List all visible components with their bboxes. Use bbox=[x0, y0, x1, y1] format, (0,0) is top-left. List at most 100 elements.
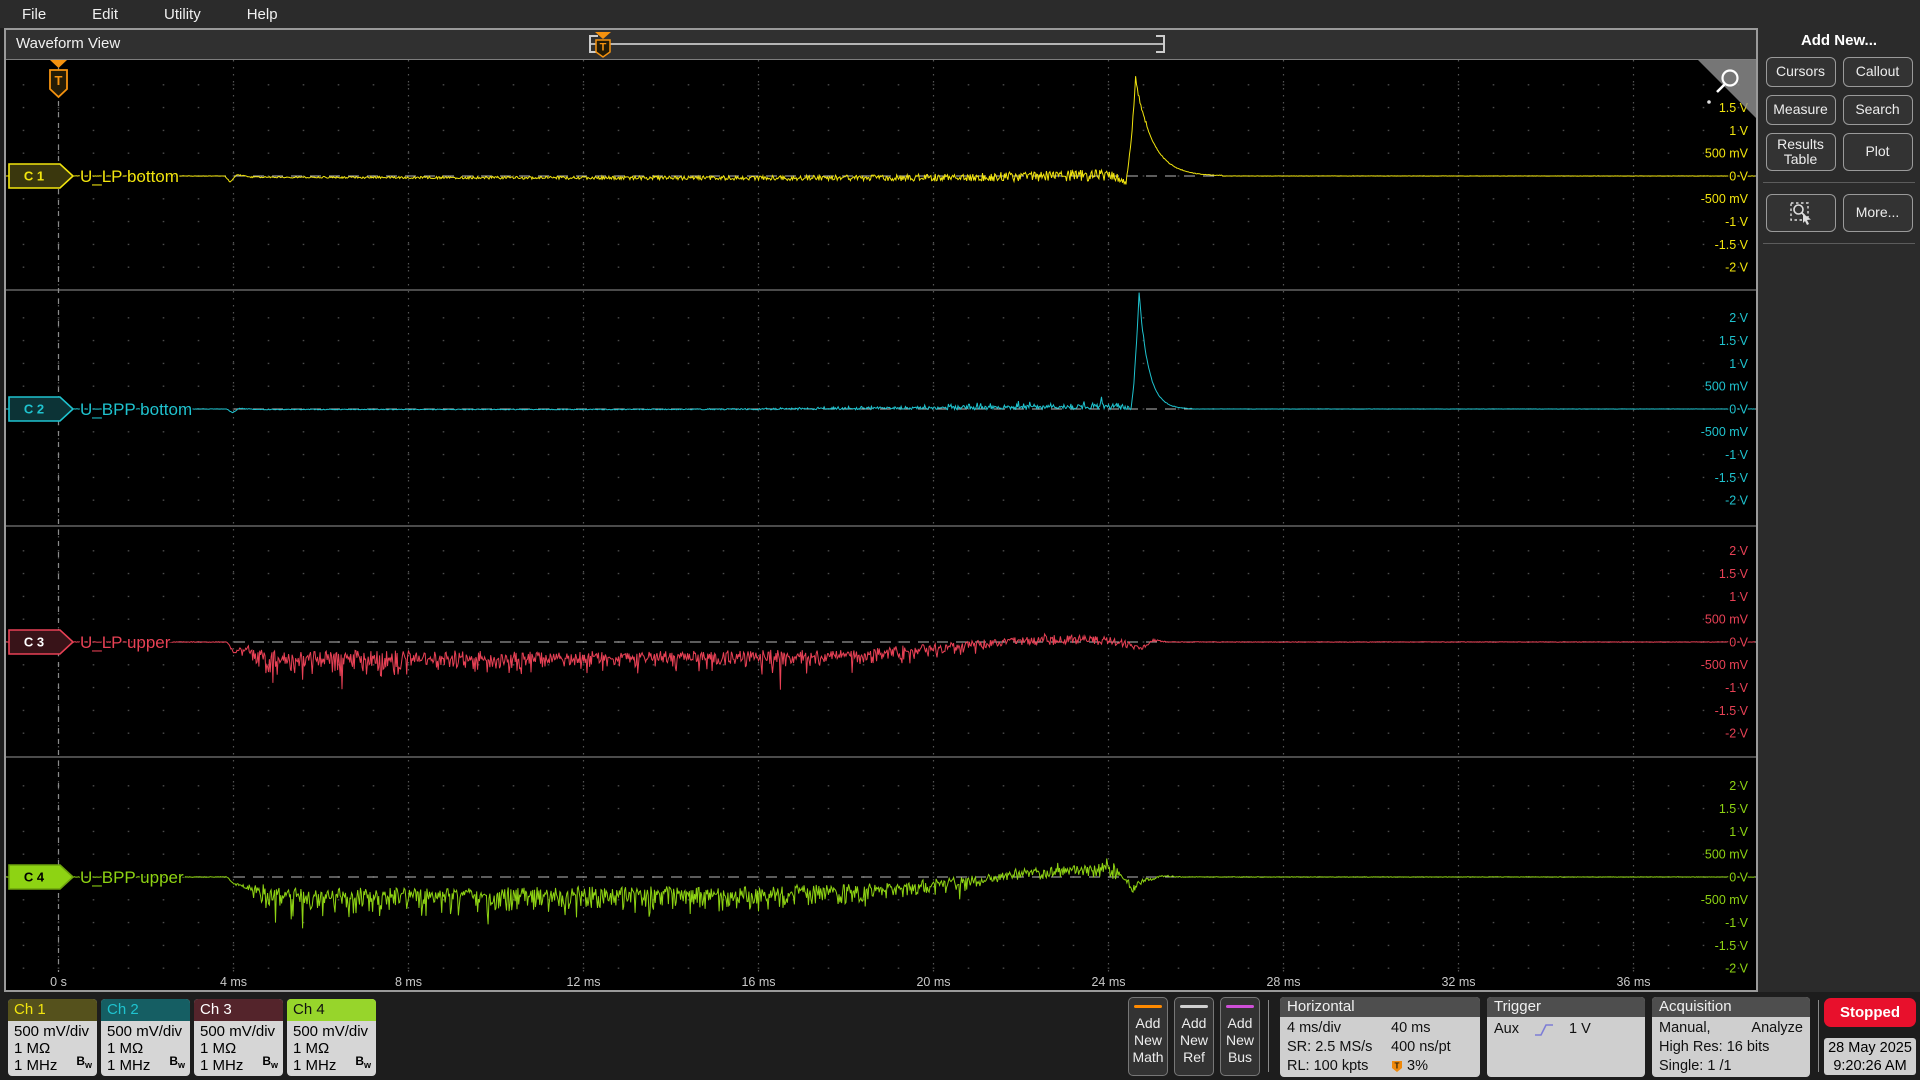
channel-2-label[interactable]: U_BPP bottom bbox=[79, 399, 194, 421]
channel-4-label[interactable]: U_BPP upper bbox=[79, 867, 186, 889]
add-new-bus-button[interactable]: Add New Bus bbox=[1220, 997, 1260, 1076]
menu-help[interactable]: Help bbox=[247, 6, 278, 23]
axis-label: 1 V bbox=[1729, 357, 1748, 371]
axis-label: 0 V bbox=[1729, 402, 1748, 416]
bandwidth-limit-icon: Bw bbox=[262, 1054, 278, 1070]
channel-2-badge-title: Ch 2 bbox=[101, 999, 190, 1021]
datetime-display: 28 May 2025 9:20:26 AM bbox=[1824, 1038, 1916, 1075]
channel-3-label[interactable]: U_LP upper bbox=[79, 632, 173, 654]
add-new-math-button[interactable]: Add New Math bbox=[1128, 997, 1168, 1076]
add-new-ref-button[interactable]: Add New Ref bbox=[1174, 997, 1214, 1076]
axis-label: -1 V bbox=[1725, 681, 1749, 695]
svg-text:C 3: C 3 bbox=[24, 635, 44, 650]
acquisition-analyze: Analyze bbox=[1751, 1020, 1803, 1036]
math-color-stripe bbox=[1134, 1005, 1162, 1008]
channel-1-badge-title: Ch 1 bbox=[8, 999, 97, 1021]
horizontal-overview-bar[interactable]: T bbox=[582, 31, 1172, 58]
waveform-plot-svg[interactable]: C 1 U_LP bottom 1.5 V 1 V 500 mV 0 V -500 mV -1… bbox=[6, 60, 1756, 990]
axis-label: -500 mV bbox=[1701, 658, 1749, 672]
axis-label: 1 V bbox=[1729, 825, 1748, 839]
time-axis-label: 0 s bbox=[50, 975, 67, 989]
axis-label: 500 mV bbox=[1705, 147, 1749, 161]
side-panel-divider bbox=[1763, 182, 1915, 183]
more-button[interactable]: More... bbox=[1842, 194, 1913, 232]
acquisition-panel[interactable]: Acquisition Manual, Analyze High Res: 16… bbox=[1652, 997, 1810, 1077]
waveform-view-container: Waveform View T C 1 U_LP bottom 1.5 V 1 V 50… bbox=[4, 28, 1758, 992]
zoom-select-button[interactable] bbox=[1765, 194, 1836, 232]
cursors-button[interactable]: Cursors bbox=[1765, 57, 1836, 87]
horizontal-duration: 40 ms bbox=[1391, 1020, 1431, 1036]
callout-button[interactable]: Callout bbox=[1842, 57, 1913, 87]
trigger-panel-title: Trigger bbox=[1487, 997, 1645, 1017]
axis-label: -1 V bbox=[1725, 215, 1749, 229]
svg-text:C 2: C 2 bbox=[24, 402, 44, 417]
axis-label: -500 mV bbox=[1701, 192, 1749, 206]
bottom-bar: Ch 1 500 mV/div 1 MΩ 1 MHz Bw Ch 2 500 m… bbox=[0, 992, 1920, 1080]
sample-rate: SR: 2.5 MS/s bbox=[1287, 1039, 1373, 1055]
menu-file[interactable]: File bbox=[22, 6, 46, 23]
time: 9:20:26 AM bbox=[1833, 1058, 1907, 1074]
plot-button[interactable]: Plot bbox=[1842, 133, 1913, 171]
record-length: RL: 100 kpts bbox=[1287, 1058, 1369, 1074]
trigger-marker[interactable]: T bbox=[49, 60, 68, 99]
axis-label: 2 V bbox=[1729, 311, 1748, 325]
axis-label: 2 V bbox=[1729, 779, 1748, 793]
channel-1-badge[interactable]: Ch 1 500 mV/div 1 MΩ 1 MHz Bw bbox=[8, 999, 97, 1076]
channel-2-tag[interactable]: C 2 bbox=[8, 396, 75, 422]
channel-1-label[interactable]: U_LP bottom bbox=[79, 166, 181, 188]
channel-2-trace bbox=[6, 292, 1756, 414]
channel-3-badge[interactable]: Ch 3 500 mV/div 1 MΩ 1 MHz Bw bbox=[194, 999, 283, 1076]
axis-label: 0 V bbox=[1729, 870, 1748, 884]
channel-1-tag[interactable]: C 1 bbox=[8, 163, 75, 189]
search-button[interactable]: Search bbox=[1842, 95, 1913, 125]
sample-interval: 400 ns/pt bbox=[1391, 1039, 1451, 1055]
axis-label: 1.5 V bbox=[1719, 334, 1749, 348]
menu-utility[interactable]: Utility bbox=[164, 6, 201, 23]
run-stop-status-button[interactable]: Stopped bbox=[1824, 998, 1916, 1027]
time-axis-label: 36 ms bbox=[1616, 975, 1650, 989]
horizontal-panel[interactable]: Horizontal 4 ms/div 40 ms SR: 2.5 MS/s 4… bbox=[1280, 997, 1480, 1077]
time-axis-label: 12 ms bbox=[566, 975, 600, 989]
axis-label: 500 mV bbox=[1705, 848, 1749, 862]
bandwidth-limit-icon: Bw bbox=[76, 1054, 92, 1070]
axis-label: 1.5 V bbox=[1719, 802, 1749, 816]
svg-text:T: T bbox=[600, 42, 607, 54]
waveform-view-title: Waveform View bbox=[16, 35, 121, 52]
time-axis-label: 24 ms bbox=[1091, 975, 1125, 989]
ref-color-stripe bbox=[1180, 1005, 1208, 1008]
axis-label: 0 V bbox=[1729, 169, 1748, 183]
channel-4-badge[interactable]: Ch 4 500 mV/div 1 MΩ 1 MHz Bw bbox=[287, 999, 376, 1076]
rising-edge-icon bbox=[1535, 1023, 1553, 1036]
trigger-panel[interactable]: Trigger Aux 1 V bbox=[1487, 997, 1645, 1077]
axis-label: 500 mV bbox=[1705, 380, 1749, 394]
axis-label: -1.5 V bbox=[1715, 471, 1749, 485]
svg-text:C 1: C 1 bbox=[24, 169, 44, 184]
axis-label: -1 V bbox=[1725, 448, 1749, 462]
acquisition-panel-title: Acquisition bbox=[1652, 997, 1810, 1017]
time-axis-label: 4 ms bbox=[220, 975, 247, 989]
bottom-bar-separator bbox=[1268, 1000, 1269, 1072]
axis-label: -1.5 V bbox=[1715, 704, 1749, 718]
trigger-position-value: 3% bbox=[1407, 1058, 1428, 1074]
results-table-button[interactable]: Results Table bbox=[1765, 133, 1836, 171]
menu-edit[interactable]: Edit bbox=[92, 6, 118, 23]
channel-4-tag[interactable]: C 4 bbox=[8, 864, 75, 890]
axis-label: 1.5 V bbox=[1719, 567, 1749, 581]
menu-bar: File Edit Utility Help bbox=[0, 0, 1920, 28]
svg-text:C 4: C 4 bbox=[24, 870, 45, 885]
side-panel: Add New... Cursors Callout Measure Searc… bbox=[1758, 28, 1920, 992]
channel-3-tag[interactable]: C 3 bbox=[8, 629, 75, 655]
waveform-plot-area[interactable]: C 1 U_LP bottom 1.5 V 1 V 500 mV 0 V -500 mV -1… bbox=[6, 60, 1756, 990]
axis-label: 1 V bbox=[1729, 590, 1748, 604]
axis-label: 1 V bbox=[1729, 124, 1748, 138]
svg-text:T: T bbox=[55, 73, 63, 88]
channel-4-badge-title: Ch 4 bbox=[287, 999, 376, 1021]
trigger-level: 1 V bbox=[1569, 1021, 1591, 1037]
axis-label: -1 V bbox=[1725, 916, 1749, 930]
trigger-position-icon: T bbox=[1392, 1060, 1402, 1072]
channel-3-badge-title: Ch 3 bbox=[194, 999, 283, 1021]
axis-label: 0 V bbox=[1729, 635, 1748, 649]
channel-2-badge[interactable]: Ch 2 500 mV/div 1 MΩ 1 MHz Bw bbox=[101, 999, 190, 1076]
time-axis-label: 28 ms bbox=[1266, 975, 1300, 989]
measure-button[interactable]: Measure bbox=[1765, 95, 1836, 125]
